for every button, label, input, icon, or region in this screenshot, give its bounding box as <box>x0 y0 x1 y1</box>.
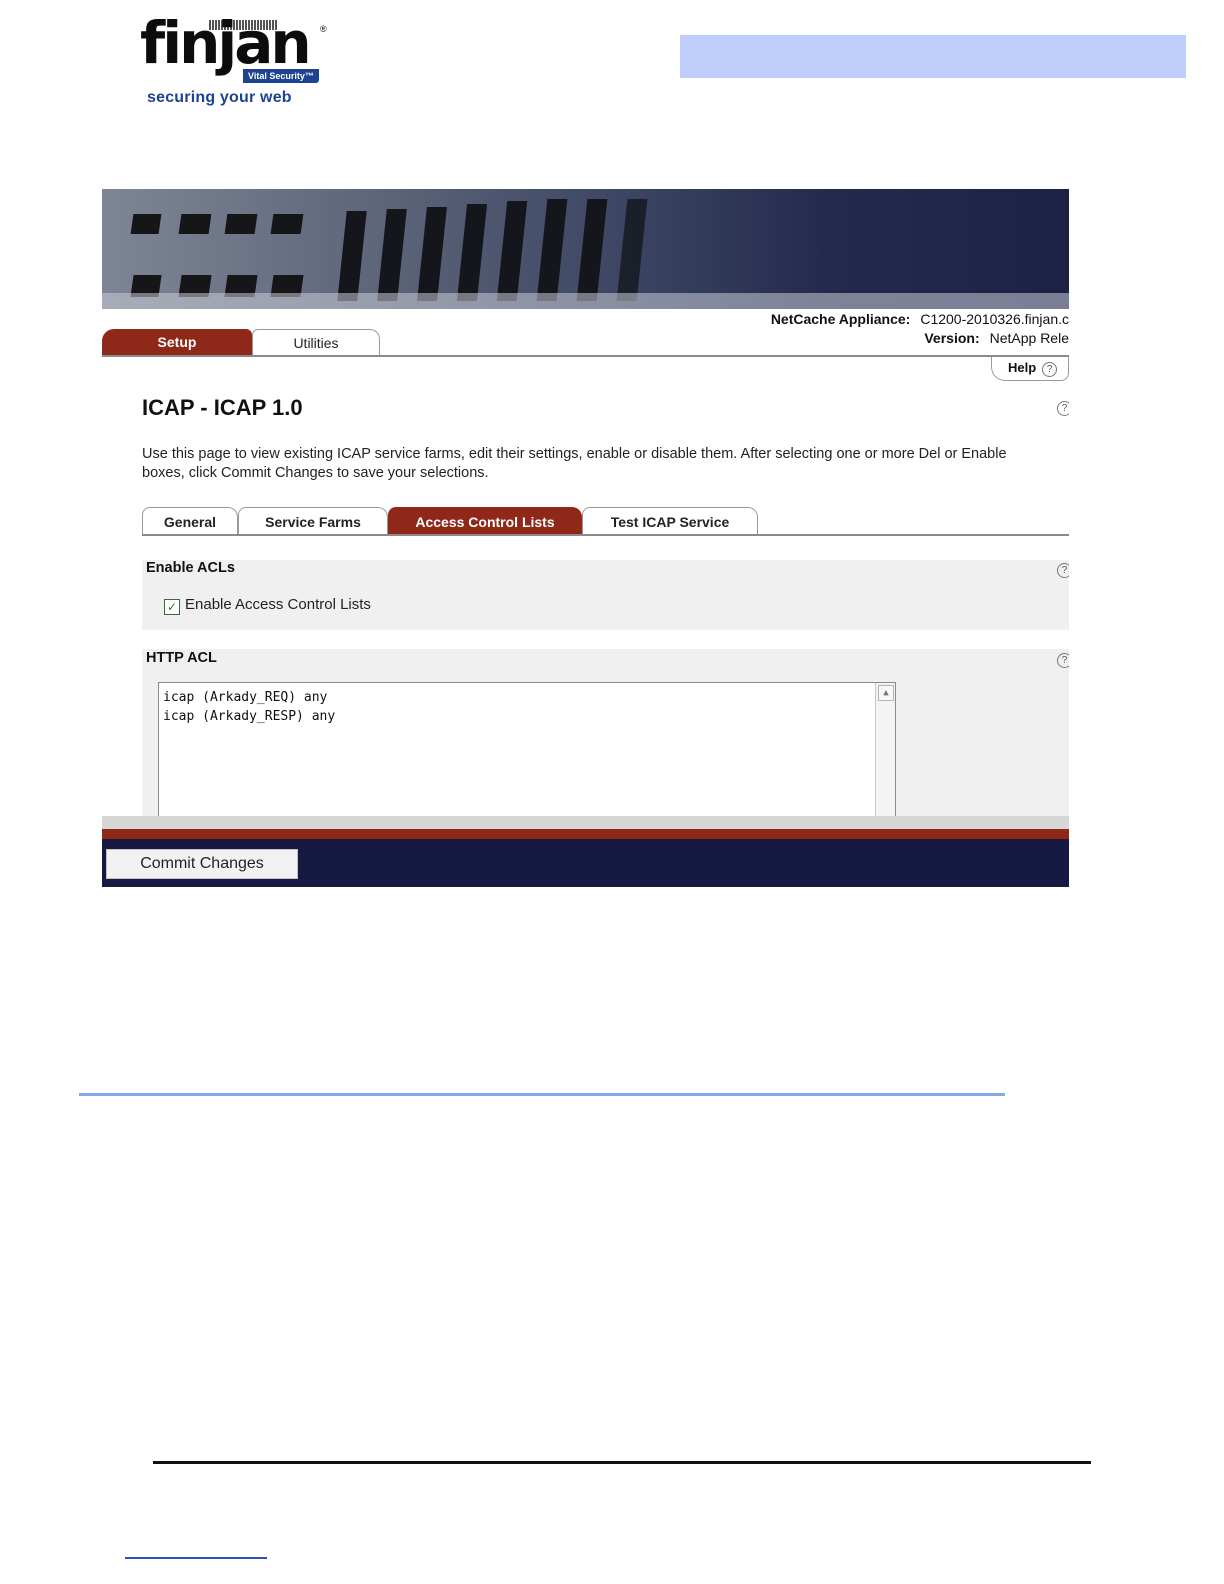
banner-bar <box>456 204 488 301</box>
acl-line: icap (Arkady_RESP) any <box>163 709 336 724</box>
banner-block <box>130 214 162 234</box>
finjan-logo: finjan ® Vital Security™ securing your w… <box>140 14 340 113</box>
help-button[interactable]: Help? <box>991 357 1069 381</box>
help-icon[interactable]: ? <box>1057 401 1069 416</box>
help-icon: ? <box>1042 362 1058 377</box>
banner-strip <box>102 293 1069 309</box>
help-icon[interactable]: ? <box>1057 563 1069 578</box>
version-value: NetApp Rele <box>989 330 1069 346</box>
banner-bar <box>417 207 447 301</box>
banner-block <box>178 214 212 234</box>
logo-tagline: securing your web <box>147 89 292 106</box>
banner-bar <box>616 199 648 301</box>
header-band <box>680 35 1186 78</box>
footer-link-underline <box>125 1557 267 1559</box>
tab-service-farms[interactable]: Service Farms <box>238 507 388 535</box>
logo-wordmark: finjan <box>140 9 312 77</box>
blue-divider <box>79 1093 1005 1096</box>
acl-line: icap (Arkady_REQ) any <box>163 690 328 705</box>
version-label: Version: <box>924 330 980 346</box>
page-description-line2: boxes, click Commit Changes to save your… <box>142 465 489 481</box>
tab-test-icap-service[interactable]: Test ICAP Service <box>582 507 758 535</box>
footer-rule <box>153 1461 1091 1464</box>
appliance-info: NetCache Appliance: C1200-2010326.finjan.… <box>771 311 1069 327</box>
enable-acls-heading: Enable ACLs <box>146 560 235 576</box>
banner-bar <box>337 211 367 301</box>
footer-red-strip <box>102 829 1069 839</box>
enable-acl-row: ✓ Enable Access Control Lists <box>164 596 371 615</box>
banner-bar <box>496 201 528 301</box>
registered-mark: ® <box>320 24 327 34</box>
http-acl-heading: HTTP ACL <box>146 650 217 666</box>
tab-setup[interactable]: Setup <box>102 329 252 356</box>
banner-block <box>270 214 304 234</box>
banner-bar <box>576 199 608 301</box>
commit-changes-button[interactable]: Commit Changes <box>106 849 298 879</box>
netcache-screenshot: NetCache Appliance: C1200-2010326.finjan.… <box>102 189 1069 887</box>
enable-acl-checkbox[interactable]: ✓ <box>164 599 180 615</box>
enable-acls-section: Enable ACLs ? <box>142 560 1069 630</box>
footer-gray-strip <box>102 816 1069 829</box>
tab-access-control-lists[interactable]: Access Control Lists <box>388 507 582 535</box>
main-tab-divider <box>102 355 1069 357</box>
http-acl-textarea[interactable]: icap (Arkady_REQ) any icap (Arkady_RESP)… <box>158 682 896 822</box>
page-title: ICAP - ICAP 1.0 <box>142 395 303 420</box>
help-label: Help <box>1008 360 1037 375</box>
banner-block <box>224 214 258 234</box>
appliance-label: NetCache Appliance: <box>770 311 911 327</box>
page-description-line1: Use this page to view existing ICAP serv… <box>142 446 1007 462</box>
scroll-up-icon[interactable]: ▲ <box>878 685 894 701</box>
acl-scrollbar[interactable]: ▲ <box>875 683 895 821</box>
appliance-value: C1200-2010326.finjan.c <box>920 311 1069 327</box>
help-icon[interactable]: ? <box>1057 653 1069 668</box>
appliance-banner <box>102 189 1069 309</box>
logo-badge: Vital Security™ <box>243 69 319 83</box>
tab-utilities[interactable]: Utilities <box>252 329 380 356</box>
banner-bar <box>377 209 407 301</box>
version-info: Version: NetApp Rele <box>924 330 1069 346</box>
enable-acl-label: Enable Access Control Lists <box>185 596 371 613</box>
tab-general[interactable]: General <box>142 507 238 535</box>
banner-bar <box>536 199 568 301</box>
subtab-divider <box>142 534 1069 536</box>
